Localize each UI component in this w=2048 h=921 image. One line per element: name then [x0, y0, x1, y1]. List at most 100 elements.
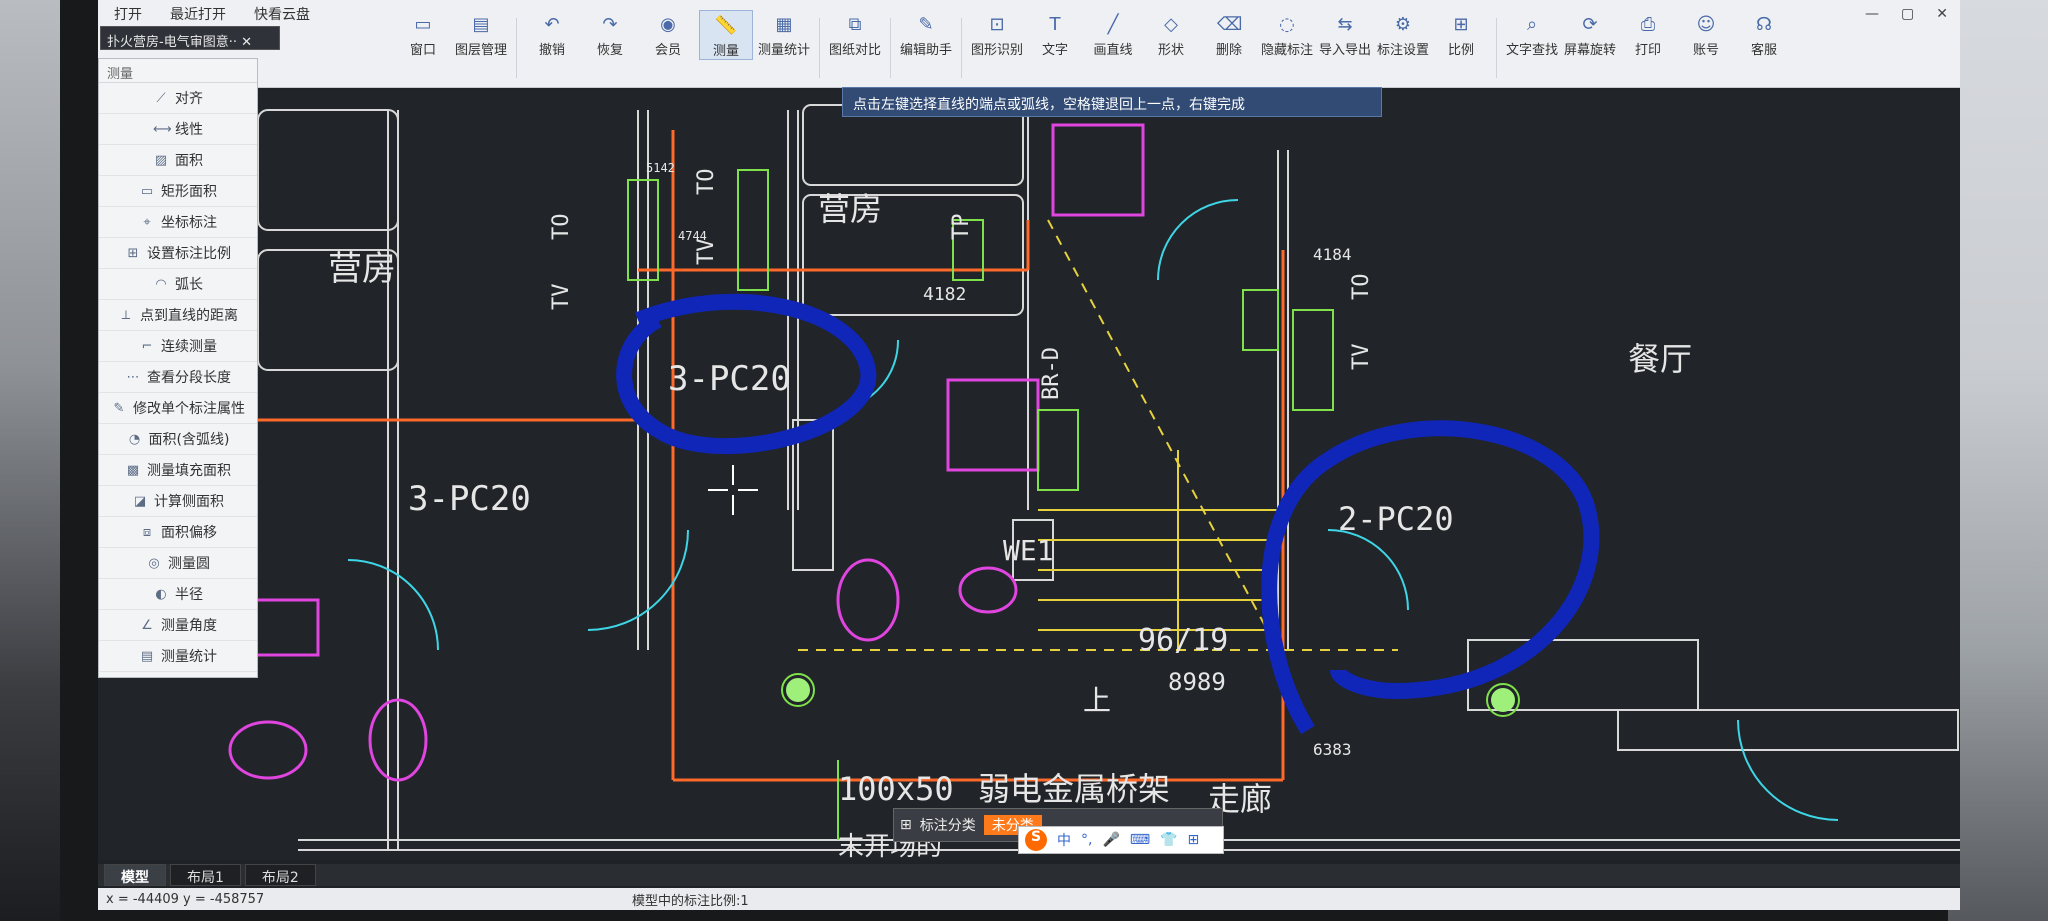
measure-item-area-arc[interactable]: ◔ 面积(含弧线) — [99, 424, 257, 455]
annotation-settings-icon: ⚙ — [1394, 14, 1412, 35]
fill-area-icon: ▩ — [126, 462, 140, 478]
menu-cloud[interactable]: 快看云盘 — [254, 4, 310, 24]
menu-recent[interactable]: 最近打开 — [170, 4, 226, 24]
arc-icon: ◠ — [155, 276, 167, 292]
ime-mode[interactable]: 中 — [1057, 830, 1071, 850]
annotation-settings-button[interactable]: ⚙ 标注设置 — [1376, 10, 1430, 58]
measure-item-area-offset[interactable]: ⧈ 面积偏移 — [99, 517, 257, 548]
punctuation-icon[interactable]: °, — [1081, 832, 1092, 848]
measure-button[interactable]: 📏 测量 — [699, 10, 753, 60]
support-button[interactable]: ☊ 客服 — [1737, 10, 1791, 58]
rect-area-icon: ▭ — [140, 183, 154, 199]
rotate-button[interactable]: ⟳ 屏幕旋转 — [1563, 10, 1617, 58]
label-up: 上 — [1083, 684, 1111, 717]
angle-icon: ∠ — [141, 617, 153, 633]
label-stairs: 96/19 — [1138, 623, 1228, 658]
measure-item-coordinate[interactable]: ⌖ 坐标标注 — [99, 207, 257, 238]
measure-item-fill-area[interactable]: ▩ 测量填充面积 — [99, 455, 257, 486]
measure-item-continuous[interactable]: ⌐ 连续测量 — [99, 331, 257, 362]
text-button[interactable]: T 文字 — [1028, 10, 1082, 58]
radius-icon: ◐ — [155, 586, 167, 602]
toolbox-icon[interactable]: ⊞ — [1188, 832, 1200, 848]
microphone-icon[interactable]: 🎤 — [1102, 832, 1119, 848]
delete-button[interactable]: ⌫ 删除 — [1202, 10, 1256, 58]
measure-item-point-line[interactable]: ⟂ 点到直线的距离 — [99, 300, 257, 331]
keyboard-icon[interactable]: ⌨ — [1130, 832, 1150, 848]
tab-layout1[interactable]: 布局1 — [170, 864, 241, 886]
measure-item-area[interactable]: ▨ 面积 — [99, 145, 257, 176]
layers-icon: ▤ — [472, 14, 490, 35]
skin-icon[interactable]: 👕 — [1160, 832, 1177, 848]
label-tv-b: TV — [694, 239, 719, 266]
cursor-coordinates: x = -44409 y = -458757 — [106, 891, 265, 907]
edit-property-icon: ✎ — [113, 400, 125, 416]
measure-item-circle[interactable]: ◎ 测量圆 — [99, 548, 257, 579]
undo-button[interactable]: ↶ 撤销 — [525, 10, 579, 58]
layers-button[interactable]: ▤ 图层管理 — [454, 10, 508, 58]
tab-model[interactable]: 模型 — [104, 864, 166, 886]
account-button[interactable]: ☺ 账号 — [1679, 10, 1733, 58]
import-export-button[interactable]: ⇆ 导入导出 — [1318, 10, 1372, 58]
ribbon-group-main: ▭ 窗口 ▤ 图层管理 ↶ 撤销 ↷ 恢复 ◉ 会员 📏 测量 ▦ 测量统计 ⧉ 图纸对比 ✎ 编… — [388, 0, 1799, 78]
maximize-icon[interactable]: ▢ — [1901, 6, 1914, 22]
drawing-canvas[interactable]: 营房 营房 餐厅 走廊 3-PC20 3-PC20 2-PC20 100x50 … — [98, 90, 1960, 862]
photo-background-right — [1948, 0, 2048, 921]
label-to-a: TO — [549, 214, 574, 241]
measure-item-linear[interactable]: ⟷ 线性 — [99, 114, 257, 145]
close-icon[interactable]: ✕ — [1936, 6, 1948, 22]
measure-item-arc-length[interactable]: ◠ 弧长 — [99, 269, 257, 300]
measure-item-segment-length[interactable]: ⋯ 查看分段长度 — [99, 362, 257, 393]
input-method-bar[interactable]: S 中 °, 🎤 ⌨ 👕 ⊞ — [1018, 826, 1224, 854]
grid-icon: ⊞ — [900, 817, 912, 833]
label-room2: 营房 — [818, 190, 882, 228]
measure-panel-title: 测量 — [99, 59, 257, 83]
measure-item-angle[interactable]: ∠ 测量角度 — [99, 610, 257, 641]
sogou-icon: S — [1025, 829, 1047, 851]
window-button[interactable]: ▭ 窗口 — [396, 10, 450, 58]
label-dim2: 6383 — [1313, 740, 1352, 759]
window-icon: ▭ — [414, 14, 432, 35]
status-bar: x = -44409 y = -458757 模型中的标注比例:1 — [98, 888, 1960, 910]
measure-item-edit-property[interactable]: ✎ 修改单个标注属性 — [99, 393, 257, 424]
hide-annotation-button[interactable]: ◌ 隐藏标注 — [1260, 10, 1314, 58]
shape-button[interactable]: ◇ 形状 — [1144, 10, 1198, 58]
area-icon: ▨ — [154, 152, 168, 168]
document-tab[interactable]: 扑火营房-电气审图意·· ✕ — [100, 26, 280, 50]
measure-item-radius[interactable]: ◐ 半径 — [99, 579, 257, 610]
label-dining: 餐厅 — [1628, 340, 1692, 378]
measure-item-rect-area[interactable]: ▭ 矩形面积 — [99, 176, 257, 207]
text-search-button[interactable]: ⌕ 文字查找 — [1505, 10, 1559, 58]
redo-button[interactable]: ↷ 恢复 — [583, 10, 637, 58]
text-icon: T — [1049, 14, 1061, 35]
set-scale-icon: ⊞ — [127, 245, 139, 261]
tooltip-hint: 点击左键选择直线的端点或弧线，空格键退回上一点，右键完成 — [842, 87, 1382, 117]
minimize-icon[interactable]: — — [1865, 6, 1879, 22]
separator — [890, 18, 891, 78]
measure-item-align[interactable]: ⟋ 对齐 — [99, 83, 257, 114]
side-area-icon: ◪ — [133, 493, 147, 509]
eraser-icon: ⌫ — [1217, 14, 1243, 35]
measure-item-side-area[interactable]: ◪ 计算侧面积 — [99, 486, 257, 517]
label-dim3: 4184 — [1313, 245, 1352, 264]
segment-icon: ⋯ — [126, 369, 140, 385]
photo-background-left — [0, 0, 60, 921]
area-arc-icon: ◔ — [128, 431, 141, 447]
edit-assistant-icon: ✎ — [918, 14, 934, 35]
edit-assistant-button[interactable]: ✎ 编辑助手 — [899, 10, 953, 58]
tab-layout2[interactable]: 布局2 — [244, 864, 316, 886]
menu-open[interactable]: 打开 — [114, 4, 142, 24]
area-offset-icon: ⧈ — [142, 524, 152, 540]
support-icon: ☊ — [1756, 14, 1772, 35]
circle-icon: ◎ — [148, 555, 160, 571]
measure-item-set-scale[interactable]: ⊞ 设置标注比例 — [99, 238, 257, 269]
print-button[interactable]: ⎙ 打印 — [1621, 10, 1675, 58]
vip-button[interactable]: ◉ 会员 — [641, 10, 695, 58]
measure-item-stats[interactable]: ▤ 测量统计 — [99, 641, 257, 672]
scale-button[interactable]: ⊞ 比例 — [1434, 10, 1488, 58]
label-we1: WE1 — [1003, 534, 1054, 567]
line-button[interactable]: ╱ 画直线 — [1086, 10, 1140, 58]
recognize-button[interactable]: ⊡ 图形识别 — [970, 10, 1024, 58]
cad-drawing: 营房 营房 餐厅 走廊 3-PC20 3-PC20 2-PC20 100x50 … — [218, 104, 1960, 862]
measure-stats-button[interactable]: ▦ 测量统计 — [757, 10, 811, 58]
compare-button[interactable]: ⧉ 图纸对比 — [828, 10, 882, 58]
